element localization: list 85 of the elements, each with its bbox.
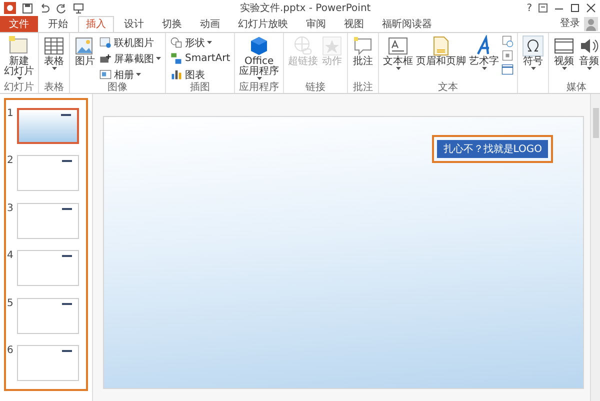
- ribbon-button[interactable]: Office 应用程序: [238, 35, 280, 80]
- ribbon-button[interactable]: 新建 幻灯片: [3, 35, 35, 80]
- slide-thumbnail[interactable]: [17, 298, 79, 334]
- ribbon-button[interactable]: 联机图片: [98, 35, 162, 50]
- globe-link-icon: [292, 35, 314, 57]
- slide-thumbnail[interactable]: [17, 250, 79, 286]
- group-label: 链接: [304, 82, 327, 93]
- close-icon[interactable]: [586, 3, 596, 13]
- logo-mark-icon: [62, 350, 72, 352]
- omega-icon: [522, 35, 544, 57]
- ribbon-button[interactable]: 屏幕截图: [98, 51, 162, 66]
- ribbon-tab[interactable]: 文件: [0, 16, 38, 32]
- caret-icon: [136, 73, 141, 76]
- app-logo-icon: [4, 2, 16, 14]
- presentation-icon[interactable]: [73, 2, 84, 14]
- ribbon-button[interactable]: 视频: [552, 35, 576, 70]
- ribbon-button[interactable]: 音频: [577, 35, 600, 70]
- ribbon-button[interactable]: 图片: [73, 35, 97, 67]
- group-label: 图像: [106, 82, 128, 93]
- slide-number: 4: [7, 250, 14, 262]
- logo-mark-icon: [62, 208, 72, 210]
- window-title: 实验文件.pptx - PowerPoint: [238, 2, 372, 15]
- album-icon: [99, 68, 112, 81]
- slide-number: 6: [7, 345, 14, 356]
- caret-icon: [482, 67, 487, 70]
- table-icon: [43, 35, 65, 57]
- slide-number: 5: [7, 298, 14, 309]
- group-label: 表格: [43, 82, 65, 93]
- redo-icon[interactable]: [56, 2, 67, 14]
- ribbon-button[interactable]: SmartArt: [169, 51, 232, 66]
- slide-thumbnail[interactable]: [17, 155, 79, 192]
- group-label: 媒体: [566, 82, 588, 93]
- screenshot-icon: [99, 52, 112, 65]
- text-box-icon: [387, 35, 410, 57]
- logo-mark-icon: [61, 114, 71, 116]
- caret-icon: [16, 77, 22, 80]
- caret-icon: [396, 67, 401, 70]
- slide-number: 2: [7, 155, 14, 166]
- slide-number: 1: [7, 108, 14, 119]
- caret-icon: [530, 67, 536, 70]
- object-icon: [501, 63, 514, 76]
- comment-icon: [352, 35, 374, 57]
- group-label: 幻灯片: [3, 82, 35, 93]
- ribbon-button[interactable]: 形状: [169, 35, 232, 50]
- caret-icon: [562, 67, 567, 70]
- ribbon-tab[interactable]: 插入: [78, 16, 114, 32]
- group-label: 文本: [437, 82, 460, 93]
- caret-icon: [207, 41, 212, 44]
- logo-mark-icon: [62, 302, 72, 305]
- smartart-icon: [170, 52, 183, 65]
- sign-in-link[interactable]: 登录: [560, 16, 580, 32]
- caret-icon: [156, 57, 161, 60]
- slide-thumbnail[interactable]: [17, 202, 79, 239]
- help-button[interactable]: ?: [526, 2, 532, 14]
- logo-mark-icon: [62, 160, 72, 162]
- ribbon-button[interactable]: 表格: [42, 35, 66, 70]
- logo-text[interactable]: 扎心不？找就是LOGO: [437, 140, 548, 158]
- caret-icon: [586, 67, 592, 70]
- ribbon-button[interactable]: 相册: [98, 67, 162, 82]
- slide-thumbnail[interactable]: [17, 108, 79, 144]
- slide-number: 3: [7, 202, 14, 214]
- caret-icon: [256, 77, 262, 80]
- ribbon-button[interactable]: 页眉和页脚: [415, 35, 468, 67]
- group-label: 插图: [189, 82, 212, 93]
- slide-number-icon: [501, 49, 514, 62]
- bar-chart-icon: [170, 68, 183, 81]
- undo-icon[interactable]: [39, 2, 50, 14]
- save-icon[interactable]: [22, 2, 33, 14]
- scrollbar[interactable]: [590, 94, 600, 401]
- ribbon-button[interactable]: 文本框: [382, 35, 414, 70]
- group-label: 应用程序: [238, 82, 280, 93]
- ribbon-options-icon[interactable]: [538, 3, 548, 13]
- group-label: 批注: [352, 82, 374, 93]
- ribbon-button[interactable]: 艺术字: [468, 35, 500, 70]
- ribbon-button[interactable]: 图表: [169, 67, 232, 82]
- ribbon-button[interactable]: 符号: [521, 35, 546, 70]
- ribbon-button[interactable]: 批注: [351, 35, 376, 67]
- slide-thumbnail[interactable]: [17, 345, 79, 382]
- logo-mark-icon: [62, 255, 72, 258]
- caret-icon: [52, 67, 56, 70]
- date-time-icon: [501, 35, 514, 48]
- insert-tools-strip[interactable]: [501, 35, 514, 76]
- online-image-icon: [99, 36, 112, 49]
- maximize-icon[interactable]: [570, 3, 580, 13]
- shapes-icon: [170, 36, 183, 49]
